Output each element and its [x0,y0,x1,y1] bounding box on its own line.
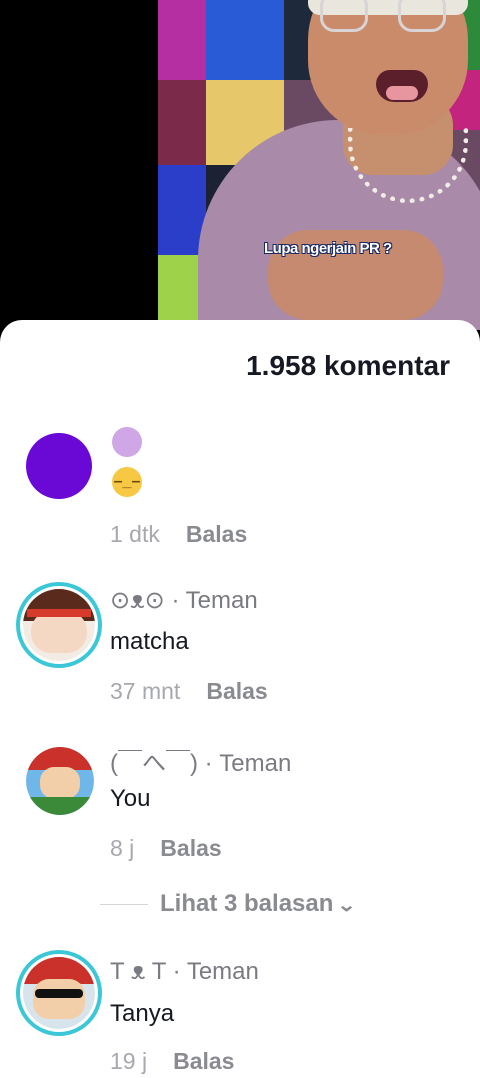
comment-time: 8 j [110,835,135,861]
person-tongue [386,86,418,100]
sticker-dot [112,427,142,457]
comment-meta: 37 mnt Balas [110,678,268,705]
expressionless-face-icon: –_– [112,467,142,497]
comment-time: 1 dtk [110,521,160,547]
reply-button[interactable]: Balas [173,1048,234,1074]
comment-text: Tanya [110,1000,175,1027]
commenter-name[interactable]: T ᴥ T · Teman [110,958,259,986]
bg-tile [158,0,206,80]
avatar[interactable] [26,747,94,815]
video-player[interactable]: Lupa ngerjain PR ? [0,0,480,330]
avatar-body [26,797,94,815]
video-frame [158,0,480,330]
avatar[interactable] [26,433,92,499]
comments-sheet: 1.958 komentar –_– 1 dtk Balas ⊙ᴥ⊙ · Tema… [0,320,480,1078]
avatar-face [31,611,87,653]
glasses-right [398,0,446,32]
view-replies-button[interactable]: Lihat 3 balasan ⌄ [100,890,357,918]
divider-line [100,904,148,906]
comment-text: matcha [110,628,189,655]
comment-meta: 19 j Balas [110,1048,234,1075]
sunglasses-icon [35,989,83,998]
avatar[interactable] [16,582,102,668]
view-replies-label: Lihat 3 balasan [160,890,334,917]
avatar-face [40,767,80,799]
chevron-down-icon: ⌄ [337,895,357,915]
bg-tile [158,80,206,165]
comment-meta: 1 dtk Balas [110,521,247,548]
comment-time: 37 mnt [110,678,181,704]
bg-tile [206,0,284,80]
video-caption: Lupa ngerjain PR ? [264,240,392,257]
avatar-face [33,979,85,1019]
reply-button[interactable]: Balas [206,678,267,704]
avatar[interactable] [16,950,102,1036]
commenter-name[interactable]: ⊙ᴥ⊙ · Teman [110,586,258,615]
commenter-name[interactable]: (￣へ￣) · Teman [110,743,291,778]
comment-time: 19 j [110,1048,148,1074]
comment-meta: 8 j Balas [110,835,222,862]
avatar-headband [27,609,91,617]
comment-count-title: 1.958 komentar [246,350,450,381]
reply-button[interactable]: Balas [160,835,221,861]
comment-text: You [110,785,151,812]
reply-button[interactable]: Balas [186,521,247,547]
glasses-left [320,0,368,32]
